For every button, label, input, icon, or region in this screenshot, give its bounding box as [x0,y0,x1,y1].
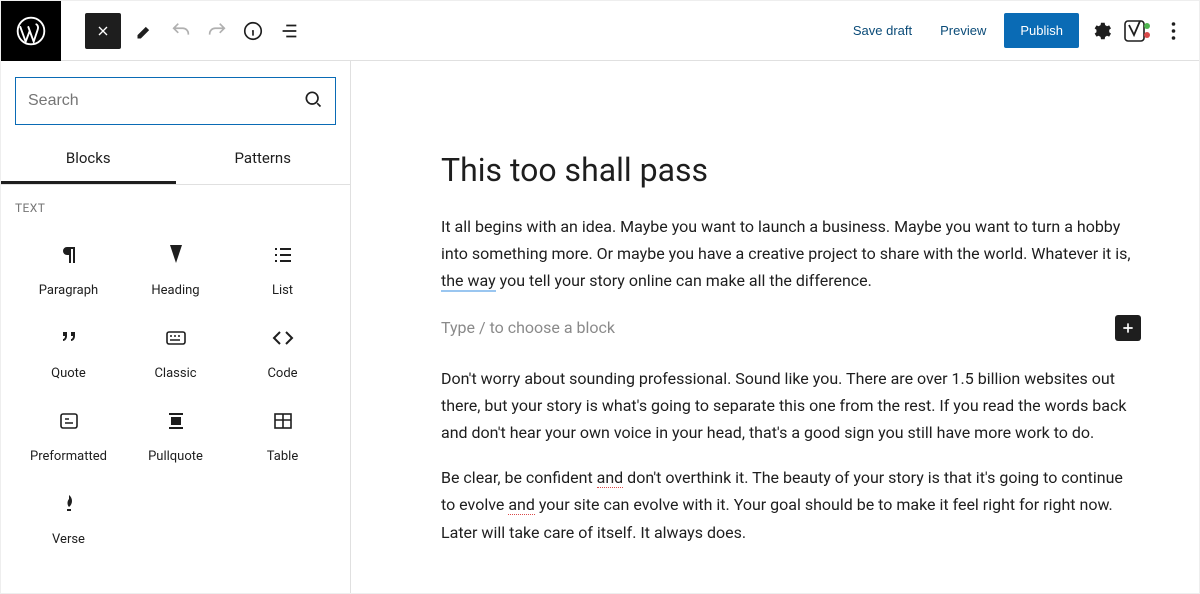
inserter-tabs: Blocks Patterns [1,135,350,185]
search-input[interactable] [28,92,303,110]
block-label: Heading [151,283,199,298]
block-list[interactable]: List [229,227,336,310]
para-text: It all begins with an idea. Maybe you wa… [441,217,1131,263]
preview-button[interactable]: Preview [930,15,996,46]
post-paragraph-1[interactable]: It all begins with an idea. Maybe you wa… [441,213,1141,295]
tab-blocks[interactable]: Blocks [1,135,176,184]
block-label: Paragraph [39,283,98,298]
block-quote[interactable]: Quote [15,310,122,393]
spellcheck-word: and [597,468,624,488]
block-placeholder-row[interactable]: Type / to choose a block [441,315,1141,341]
para-text: Be clear, be confident [441,468,597,487]
block-heading[interactable]: Heading [122,227,229,310]
classic-icon [164,326,188,354]
verse-icon [57,492,81,520]
table-icon [271,409,295,437]
settings-icon[interactable] [1087,17,1115,45]
outline-icon[interactable] [271,13,307,49]
more-options-icon[interactable] [1159,17,1187,45]
block-inserter-panel: Blocks Patterns TEXT Paragraph Heading L… [1,61,351,593]
block-pullquote[interactable]: Pullquote [122,393,229,476]
block-label: Quote [51,366,86,381]
toolbar-right: Save draft Preview Publish [843,13,1199,48]
editor-inner: This too shall pass It all begins with a… [441,151,1141,546]
wordpress-logo[interactable] [1,1,61,61]
block-code[interactable]: Code [229,310,336,393]
block-label: Verse [52,532,85,547]
search-icon [303,89,323,113]
info-icon[interactable] [235,13,271,49]
block-verse[interactable]: Verse [15,476,122,559]
publish-button[interactable]: Publish [1004,13,1079,48]
quote-icon [57,326,81,354]
redo-icon[interactable] [199,13,235,49]
block-preformatted[interactable]: Preformatted [15,393,122,476]
edit-tool-icon[interactable] [127,13,163,49]
para-text: you tell your story online can make all … [496,271,872,290]
block-paragraph[interactable]: Paragraph [15,227,122,310]
block-label: List [272,283,293,298]
close-inserter-button[interactable] [85,13,121,49]
block-label: Pullquote [148,449,203,464]
save-draft-button[interactable]: Save draft [843,15,922,46]
post-paragraph-2[interactable]: Don't worry about sounding professional.… [441,365,1141,447]
app-root: Save draft Preview Publish [0,0,1200,594]
post-title[interactable]: This too shall pass [441,151,1141,189]
search-box[interactable] [15,77,336,125]
undo-icon[interactable] [163,13,199,49]
heading-icon [164,243,188,271]
block-label: Table [267,449,298,464]
block-placeholder: Type / to choose a block [441,318,615,337]
block-table[interactable]: Table [229,393,336,476]
preformatted-icon [57,409,81,437]
spellcheck-word: and [508,495,535,515]
link-the-way[interactable]: the way [441,271,496,292]
search-wrapper [1,61,350,135]
block-label: Preformatted [30,449,107,464]
block-label: Code [267,366,297,381]
block-classic[interactable]: Classic [122,310,229,393]
content-row: Blocks Patterns TEXT Paragraph Heading L… [1,61,1199,593]
tab-patterns[interactable]: Patterns [176,135,351,184]
top-toolbar: Save draft Preview Publish [1,1,1199,61]
editor-canvas[interactable]: This too shall pass It all begins with a… [351,61,1199,593]
add-block-button[interactable] [1115,315,1141,341]
section-text-label: TEXT [1,185,350,223]
code-icon [271,326,295,354]
yoast-icon[interactable] [1123,17,1151,45]
block-grid: Paragraph Heading List Quote Classic [1,223,350,563]
list-icon [271,243,295,271]
paragraph-icon [57,243,81,271]
post-paragraph-3[interactable]: Be clear, be confident and don't overthi… [441,464,1141,546]
para-text: your site can evolve with it. Your goal … [441,495,1113,541]
pullquote-icon [164,409,188,437]
block-label: Classic [154,366,196,381]
